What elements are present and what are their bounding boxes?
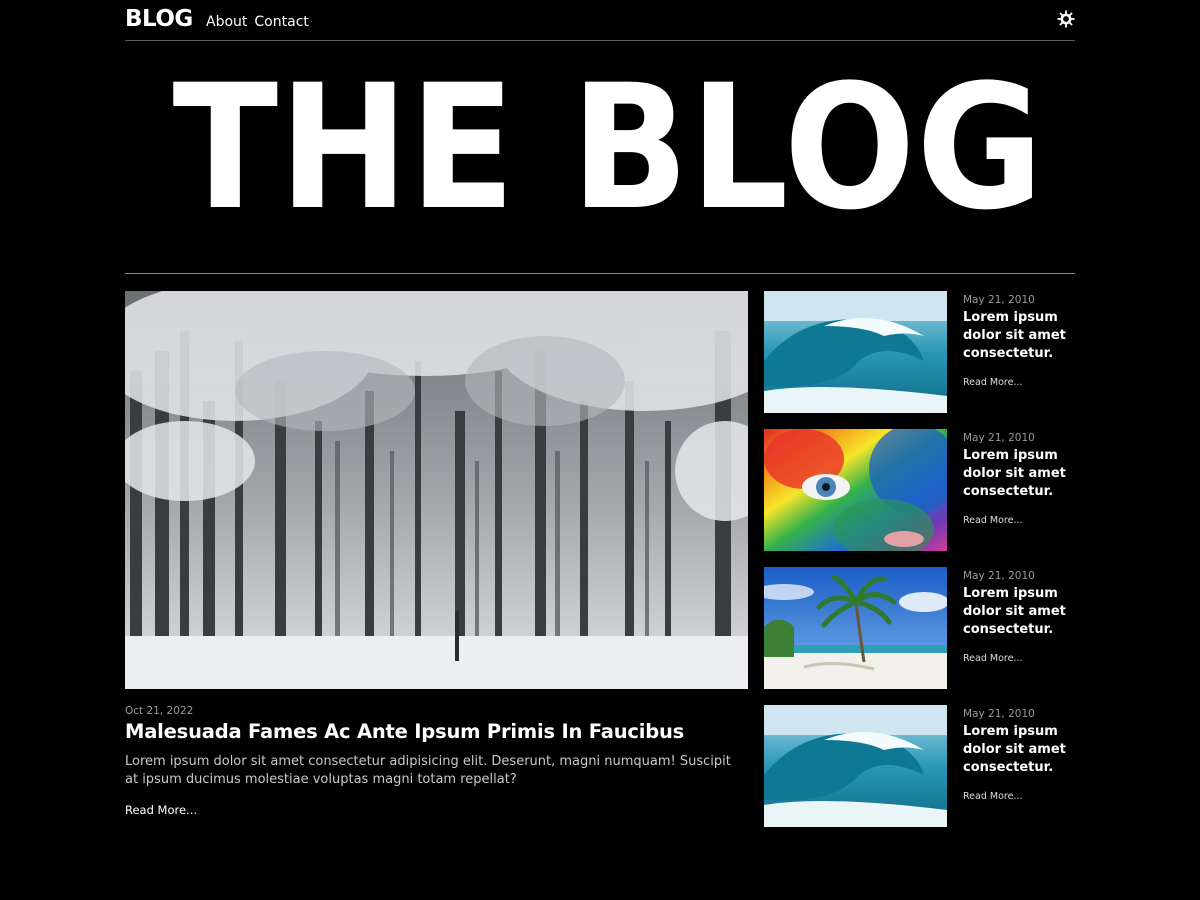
post-title[interactable]: Lorem ipsum dolor sit amet consectetur. xyxy=(963,585,1075,639)
post-text: May 21, 2010 Lorem ipsum dolor sit amet … xyxy=(963,708,1075,803)
hero-divider xyxy=(125,273,1075,274)
list-item: May 21, 2010 Lorem ipsum dolor sit amet … xyxy=(764,291,1075,413)
featured-excerpt: Lorem ipsum dolor sit amet consectetur a… xyxy=(125,754,731,787)
recent-posts: May 21, 2010 Lorem ipsum dolor sit amet … xyxy=(764,291,1075,843)
list-item: May 21, 2010 Lorem ipsum dolor sit amet … xyxy=(764,705,1075,827)
post-date: May 21, 2010 xyxy=(963,708,1035,720)
nav-link-contact[interactable]: Contact xyxy=(254,14,308,30)
rainbow-face-image[interactable] xyxy=(764,429,947,551)
featured-post: Oct 21, 2022 Malesuada Fames Ac Ante Ips… xyxy=(125,291,748,818)
post-date: May 21, 2010 xyxy=(963,294,1035,306)
post-date: May 21, 2010 xyxy=(963,570,1035,582)
post-read-more-link[interactable]: Read More... xyxy=(963,377,1023,388)
top-nav: BLOG About Contact xyxy=(125,0,1075,41)
post-date: May 21, 2010 xyxy=(963,432,1035,444)
ocean-wave-image[interactable] xyxy=(764,705,947,827)
nav-link-about[interactable]: About xyxy=(206,14,247,30)
hero-title: THE BLOG xyxy=(172,47,1045,248)
beach-palm-image[interactable] xyxy=(764,567,947,689)
ocean-wave-image[interactable] xyxy=(764,291,947,413)
featured-date: Oct 21, 2022 xyxy=(125,705,194,717)
post-read-more-link[interactable]: Read More... xyxy=(963,515,1023,526)
post-text: May 21, 2010 Lorem ipsum dolor sit amet … xyxy=(963,570,1075,665)
page-container: BLOG About Contact THE BLOG Oct 21, 2022… xyxy=(125,0,1075,827)
post-read-more-link[interactable]: Read More... xyxy=(963,791,1023,802)
post-text: May 21, 2010 Lorem ipsum dolor sit amet … xyxy=(963,432,1075,527)
post-title[interactable]: Lorem ipsum dolor sit amet consectetur. xyxy=(963,723,1075,777)
post-text: May 21, 2010 Lorem ipsum dolor sit amet … xyxy=(963,294,1075,389)
featured-title[interactable]: Malesuada Fames Ac Ante Ipsum Primis In … xyxy=(125,720,748,743)
list-item: May 21, 2010 Lorem ipsum dolor sit amet … xyxy=(764,567,1075,689)
list-item: May 21, 2010 Lorem ipsum dolor sit amet … xyxy=(764,429,1075,551)
nav-links: About Contact xyxy=(206,14,309,30)
theme-toggle-icon[interactable] xyxy=(1057,10,1075,28)
featured-read-more-link[interactable]: Read More... xyxy=(125,803,197,817)
post-title[interactable]: Lorem ipsum dolor sit amet consectetur. xyxy=(963,447,1075,501)
post-title[interactable]: Lorem ipsum dolor sit amet consectetur. xyxy=(963,309,1075,363)
snowy-forest-image[interactable] xyxy=(125,291,748,689)
brand-logo[interactable]: BLOG xyxy=(125,6,193,32)
hero: THE BLOG xyxy=(125,60,1075,235)
post-read-more-link[interactable]: Read More... xyxy=(963,653,1023,664)
